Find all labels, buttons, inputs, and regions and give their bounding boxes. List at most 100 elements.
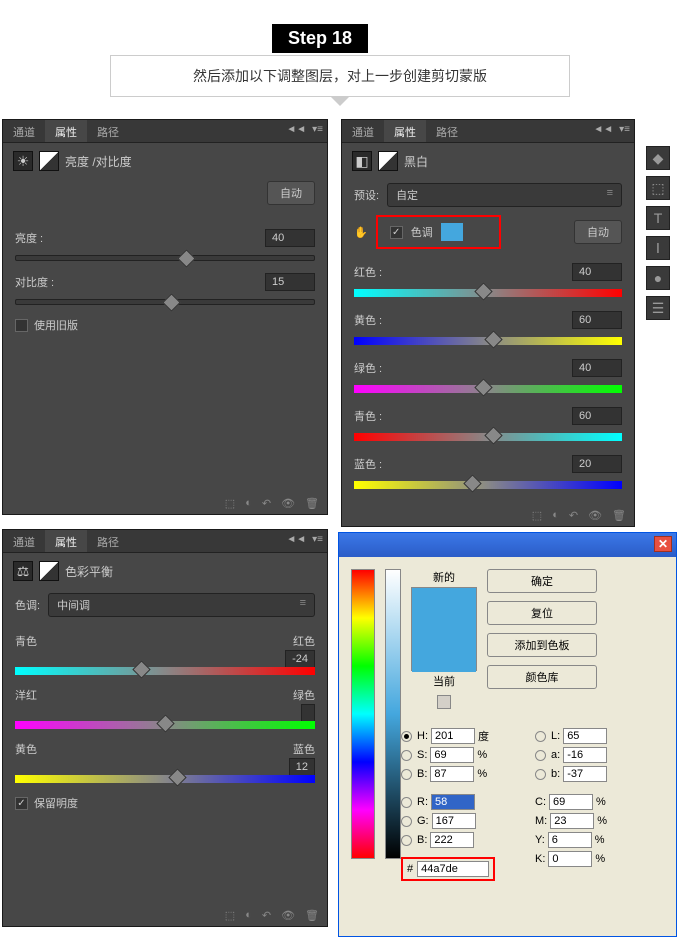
titlebar[interactable]: ✕ bbox=[339, 533, 676, 557]
menu-icon[interactable]: ▾≡ bbox=[619, 124, 630, 135]
eye-icon[interactable]: 👁 bbox=[281, 497, 295, 510]
s-input[interactable] bbox=[430, 747, 474, 763]
r-radio[interactable] bbox=[401, 797, 412, 808]
cb-value-2[interactable] bbox=[301, 704, 315, 722]
cb-value-1[interactable]: -24 bbox=[285, 650, 315, 668]
b-input[interactable] bbox=[430, 766, 474, 782]
tab-channel[interactable]: 通道 bbox=[3, 530, 45, 552]
cb-value-3[interactable]: 12 bbox=[289, 758, 315, 776]
close-button[interactable]: ✕ bbox=[654, 536, 672, 552]
clip-icon[interactable]: ⬚ bbox=[532, 509, 542, 522]
reset-icon[interactable]: ↶ bbox=[262, 497, 271, 510]
l-input[interactable] bbox=[563, 728, 607, 744]
blue-value[interactable]: 20 bbox=[572, 455, 622, 473]
lab-b-input[interactable] bbox=[563, 766, 607, 782]
reset-icon[interactable]: ↶ bbox=[569, 509, 578, 522]
red-slider[interactable] bbox=[354, 289, 622, 297]
tab-properties[interactable]: 属性 bbox=[45, 120, 87, 142]
hue-field[interactable] bbox=[351, 569, 375, 859]
bb-radio[interactable] bbox=[401, 835, 412, 846]
g-radio[interactable] bbox=[401, 816, 412, 827]
g-input[interactable] bbox=[432, 813, 476, 829]
tab-paths[interactable]: 路径 bbox=[87, 530, 129, 552]
c-input[interactable] bbox=[549, 794, 593, 810]
b-radio[interactable] bbox=[401, 769, 412, 780]
collapse-icon[interactable]: ◄◄ bbox=[286, 124, 306, 135]
k-input[interactable] bbox=[548, 851, 592, 867]
r-input[interactable] bbox=[431, 794, 475, 810]
scrubby-icon[interactable]: ✋ bbox=[354, 226, 368, 239]
view-icon[interactable]: ◐ bbox=[552, 509, 559, 522]
view-icon[interactable]: ◐ bbox=[245, 497, 252, 510]
y-input[interactable] bbox=[548, 832, 592, 848]
h-radio[interactable] bbox=[401, 731, 412, 742]
green-slider[interactable] bbox=[354, 385, 622, 393]
contrast-value[interactable]: 15 bbox=[265, 273, 315, 291]
cyan-slider[interactable] bbox=[354, 433, 622, 441]
hex-input[interactable] bbox=[417, 861, 489, 877]
preserve-checkbox[interactable] bbox=[15, 797, 28, 810]
brightness-slider[interactable] bbox=[15, 255, 315, 261]
auto-button[interactable]: 自动 bbox=[267, 181, 315, 205]
tool-3[interactable]: T bbox=[646, 206, 670, 230]
brightness-strip[interactable] bbox=[385, 569, 401, 859]
brightness-value[interactable]: 40 bbox=[265, 229, 315, 247]
tool-2[interactable]: ⬚ bbox=[646, 176, 670, 200]
clip-icon[interactable]: ⬚ bbox=[225, 497, 235, 510]
a-radio[interactable] bbox=[535, 750, 546, 761]
trash-icon[interactable]: 🗑 bbox=[305, 909, 319, 922]
blue-slider[interactable] bbox=[354, 481, 622, 489]
bb-input[interactable] bbox=[430, 832, 474, 848]
l-radio[interactable] bbox=[535, 731, 546, 742]
tab-paths[interactable]: 路径 bbox=[426, 120, 468, 142]
menu-icon[interactable]: ▾≡ bbox=[312, 124, 323, 135]
reset-button[interactable]: 复位 bbox=[487, 601, 597, 625]
m-input[interactable] bbox=[550, 813, 594, 829]
yellow-slider[interactable] bbox=[354, 337, 622, 345]
h-input[interactable] bbox=[431, 728, 475, 744]
libraries-button[interactable]: 颜色库 bbox=[487, 665, 597, 689]
a-input[interactable] bbox=[563, 747, 607, 763]
auto-button[interactable]: 自动 bbox=[574, 220, 622, 244]
tab-properties[interactable]: 属性 bbox=[45, 530, 87, 552]
tool-1[interactable]: ◆ bbox=[646, 146, 670, 170]
tint-swatch[interactable] bbox=[441, 223, 463, 241]
tool-6[interactable]: ☰ bbox=[646, 296, 670, 320]
red-value[interactable]: 40 bbox=[572, 263, 622, 281]
clip-icon[interactable]: ⬚ bbox=[225, 909, 235, 922]
websafe-icon[interactable] bbox=[437, 695, 451, 709]
contrast-slider[interactable] bbox=[15, 299, 315, 305]
s-radio[interactable] bbox=[401, 750, 412, 761]
mask-thumb[interactable] bbox=[378, 151, 398, 171]
tab-properties[interactable]: 属性 bbox=[384, 120, 426, 142]
magenta-green-slider[interactable] bbox=[15, 721, 315, 729]
tab-channel[interactable]: 通道 bbox=[342, 120, 384, 142]
yellow-value[interactable]: 60 bbox=[572, 311, 622, 329]
legacy-checkbox[interactable] bbox=[15, 319, 28, 332]
eye-icon[interactable]: 👁 bbox=[281, 909, 295, 922]
menu-icon[interactable]: ▾≡ bbox=[312, 534, 323, 545]
tool-5[interactable]: ● bbox=[646, 266, 670, 290]
green-value[interactable]: 40 bbox=[572, 359, 622, 377]
tone-select[interactable]: 中间调 bbox=[48, 593, 315, 617]
mask-thumb[interactable] bbox=[39, 561, 59, 581]
view-icon[interactable]: ◐ bbox=[245, 909, 252, 922]
trash-icon[interactable]: 🗑 bbox=[612, 509, 626, 522]
add-swatch-button[interactable]: 添加到色板 bbox=[487, 633, 597, 657]
lab-b-radio[interactable] bbox=[535, 769, 546, 780]
tool-4[interactable]: Ⅰ bbox=[646, 236, 670, 260]
collapse-icon[interactable]: ◄◄ bbox=[593, 124, 613, 135]
collapse-icon[interactable]: ◄◄ bbox=[286, 534, 306, 545]
tab-channel[interactable]: 通道 bbox=[3, 120, 45, 142]
color-swatch[interactable] bbox=[411, 587, 477, 671]
preset-select[interactable]: 自定 bbox=[387, 183, 622, 207]
tint-checkbox[interactable] bbox=[390, 226, 403, 239]
cyan-value[interactable]: 60 bbox=[572, 407, 622, 425]
reset-icon[interactable]: ↶ bbox=[262, 909, 271, 922]
trash-icon[interactable]: 🗑 bbox=[305, 497, 319, 510]
yellow-blue-slider[interactable] bbox=[15, 775, 315, 783]
mask-thumb[interactable] bbox=[39, 151, 59, 171]
tab-paths[interactable]: 路径 bbox=[87, 120, 129, 142]
cyan-red-slider[interactable] bbox=[15, 667, 315, 675]
ok-button[interactable]: 确定 bbox=[487, 569, 597, 593]
